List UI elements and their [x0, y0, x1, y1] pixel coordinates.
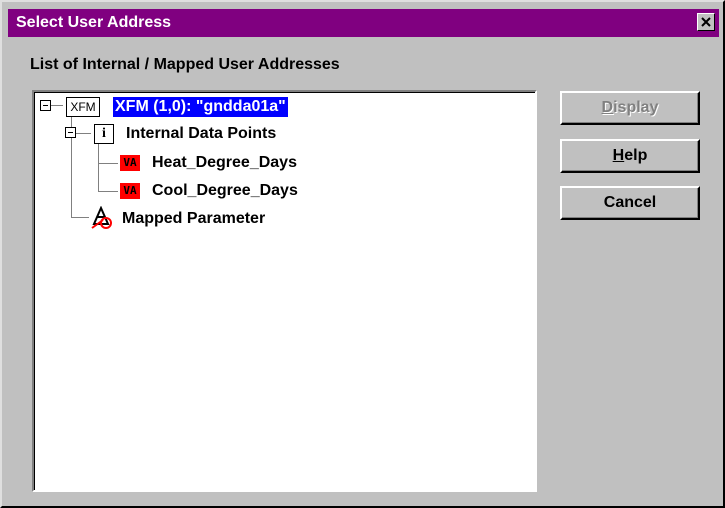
- help-button-mnemonic: H: [612, 147, 625, 164]
- help-button[interactable]: Help: [560, 139, 700, 173]
- cancel-button-label: Cancel: [603, 194, 657, 211]
- mapped-parameter-icon: [91, 206, 112, 229]
- internal-collapse-toggle[interactable]: [65, 127, 76, 138]
- tree-connector: [98, 163, 118, 164]
- va-icon: VA: [120, 155, 140, 171]
- xfm-icon: XFM: [66, 97, 100, 117]
- select-user-address-dialog: Select User Address List of Internal / M…: [0, 0, 725, 508]
- display-button-mnemonic: D: [601, 99, 614, 116]
- cancel-button[interactable]: Cancel: [560, 186, 700, 220]
- display-button[interactable]: Display: [560, 91, 700, 125]
- tree-node-mapped-parameter[interactable]: Mapped Parameter: [122, 209, 265, 229]
- tree-connector: [98, 191, 118, 192]
- info-icon: i: [94, 124, 114, 144]
- tree-node-root[interactable]: XFM (1,0): "gndda01a": [113, 97, 288, 117]
- help-button-label: elp: [624, 147, 648, 164]
- title-bar[interactable]: Select User Address: [8, 9, 719, 37]
- root-collapse-toggle[interactable]: [40, 100, 51, 111]
- display-button-label: isplay: [613, 99, 659, 116]
- tree-node-cool-degree-days[interactable]: Cool_Degree_Days: [152, 181, 298, 201]
- tree-connector: [51, 105, 63, 106]
- tree-connector: [98, 144, 99, 191]
- tree-connector: [71, 217, 89, 218]
- tree-connector: [76, 133, 91, 134]
- tree-node-internal-data-points[interactable]: Internal Data Points: [126, 124, 276, 144]
- window-title: Select User Address: [16, 14, 172, 31]
- va-icon: VA: [120, 183, 140, 199]
- close-button[interactable]: [697, 13, 715, 31]
- address-list-label: List of Internal / Mapped User Addresses: [30, 56, 340, 73]
- tree-node-heat-degree-days[interactable]: Heat_Degree_Days: [152, 153, 297, 173]
- close-icon: [701, 17, 711, 27]
- address-tree[interactable]: XFM XFM (1,0): "gndda01a" i Internal Dat…: [32, 90, 537, 492]
